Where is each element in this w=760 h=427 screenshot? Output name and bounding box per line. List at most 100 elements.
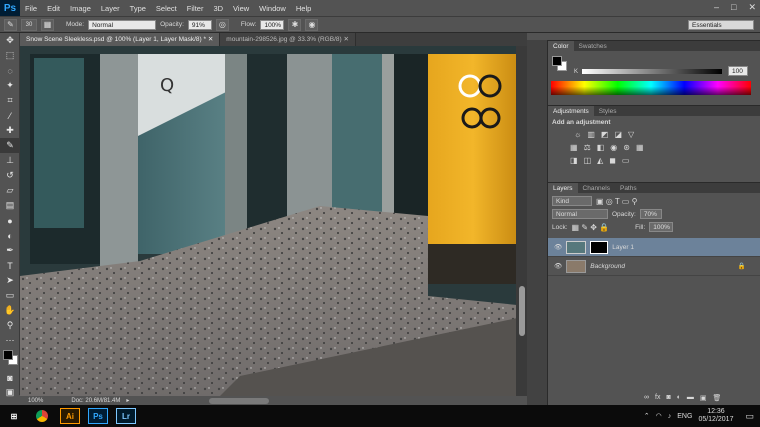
flow-input[interactable]: 100% <box>260 19 285 30</box>
posterize-icon[interactable]: ◫ <box>584 156 592 165</box>
fill-input[interactable]: 100% <box>649 222 674 232</box>
menu-file[interactable]: File <box>20 4 42 13</box>
tray-chevron-icon[interactable]: ⌃ <box>644 412 650 420</box>
tab-color[interactable]: Color <box>548 41 574 51</box>
curves-icon[interactable]: ◩ <box>601 130 609 139</box>
brightness-icon[interactable]: ☼ <box>574 130 581 139</box>
close-tab-icon[interactable]: ✕ <box>343 36 348 43</box>
quick-mask-icon[interactable]: ◙ <box>0 370 20 385</box>
pressure-opacity-icon[interactable]: ◎ <box>215 18 229 31</box>
pressure-size-icon[interactable]: ◉ <box>305 18 319 31</box>
shape-tool-icon[interactable]: ▭ <box>0 288 20 303</box>
lasso-tool-icon[interactable]: ◌ <box>0 63 20 78</box>
zoom-level[interactable]: 100% <box>28 398 43 404</box>
scroll-thumb[interactable] <box>518 286 525 336</box>
tab-paths[interactable]: Paths <box>615 183 642 193</box>
tab-layers[interactable]: Layers <box>548 183 578 193</box>
maximize-icon[interactable]: □ <box>731 2 736 13</box>
move-tool-icon[interactable]: ✥ <box>0 33 20 48</box>
layer-row-layer-1[interactable]: 👁 Layer 1 <box>548 238 760 257</box>
menu-select[interactable]: Select <box>151 4 182 13</box>
menu-window[interactable]: Window <box>254 4 291 13</box>
tab-adjustments[interactable]: Adjustments <box>548 106 594 116</box>
link-icon[interactable]: ∞ <box>644 394 649 402</box>
illustrator-icon[interactable]: Ai <box>60 408 80 424</box>
lookup-icon[interactable]: ▦ <box>636 143 644 152</box>
mode-select[interactable]: Normal <box>88 19 157 30</box>
gradient-map-icon[interactable]: ▭ <box>622 156 630 165</box>
blend-mode-select[interactable]: Normal <box>552 209 608 219</box>
stamp-tool-icon[interactable]: ⊥ <box>0 153 20 168</box>
layer-name[interactable]: Background <box>590 263 625 270</box>
chrome-icon[interactable] <box>32 408 52 424</box>
menu-type[interactable]: Type <box>125 4 151 13</box>
add-mask-icon[interactable]: ◙ <box>666 394 670 402</box>
photo-filter-icon[interactable]: ◉ <box>610 143 617 152</box>
workspace-select[interactable]: Essentials <box>688 19 754 30</box>
menu-edit[interactable]: Edit <box>42 4 65 13</box>
lightroom-icon[interactable]: Lr <box>116 408 136 424</box>
brush-tool-icon-active[interactable]: ✎ <box>0 138 20 153</box>
layer-filter-select[interactable]: Kind <box>552 196 592 206</box>
lock-icons[interactable]: ▦ ✎ ✥ 🔒 <box>572 223 610 232</box>
tab-styles[interactable]: Styles <box>594 106 622 116</box>
layer-opacity-input[interactable]: 70% <box>639 209 662 219</box>
k-value-input[interactable]: 100 <box>728 66 748 76</box>
opacity-input[interactable]: 91% <box>187 19 212 30</box>
photoshop-taskbar-icon[interactable]: Ps <box>88 408 108 424</box>
filter-icons[interactable]: ▣ ◎ T ▭ ⚲ <box>596 197 637 206</box>
type-tool-icon[interactable]: T <box>0 258 20 273</box>
screen-mode-icon[interactable]: ▣ <box>0 385 20 400</box>
marquee-tool-icon[interactable]: ⬚ <box>0 48 20 63</box>
menu-filter[interactable]: Filter <box>182 4 209 13</box>
new-group-icon[interactable]: ▬ <box>687 394 694 402</box>
bw-icon[interactable]: ◧ <box>597 143 605 152</box>
airbrush-icon[interactable]: ✱ <box>288 18 302 31</box>
invert-icon[interactable]: ◨ <box>570 156 578 165</box>
k-slider[interactable] <box>582 69 722 74</box>
hue-icon[interactable]: ▦ <box>570 143 578 152</box>
menu-image[interactable]: Image <box>65 4 96 13</box>
menu-layer[interactable]: Layer <box>96 4 125 13</box>
selective-color-icon[interactable]: ◼ <box>609 156 616 165</box>
close-icon[interactable]: ✕ <box>748 2 756 13</box>
path-select-tool-icon[interactable]: ➤ <box>0 273 20 288</box>
levels-icon[interactable]: ▥ <box>587 130 595 139</box>
tab-swatches[interactable]: Swatches <box>574 41 612 51</box>
quick-select-tool-icon[interactable]: ✦ <box>0 78 20 93</box>
layer-row-background[interactable]: 👁 Background 🔒 <box>548 257 760 276</box>
healing-tool-icon[interactable]: ✚ <box>0 123 20 138</box>
visibility-eye-icon[interactable]: 👁 <box>554 243 562 251</box>
trash-icon[interactable]: 🗑 <box>713 394 722 402</box>
balance-icon[interactable]: ⚖ <box>584 143 591 152</box>
menu-help[interactable]: Help <box>291 4 316 13</box>
pen-tool-icon[interactable]: ✒ <box>0 243 20 258</box>
volume-icon[interactable]: ♪ <box>668 413 672 420</box>
brush-size-picker[interactable]: 30 <box>21 18 37 31</box>
crop-tool-icon[interactable]: ⌗ <box>0 93 20 108</box>
language-indicator[interactable]: ENG <box>677 413 692 420</box>
eraser-tool-icon[interactable]: ▱ <box>0 183 20 198</box>
notifications-icon[interactable]: ▭ <box>745 411 754 422</box>
new-adjustment-icon[interactable]: ◐ <box>677 394 681 402</box>
tab-snow-scene[interactable]: Snow Scene Sleekless.psd @ 100% (Layer 1… <box>20 33 221 46</box>
ellipsis-icon[interactable]: ⋯ <box>0 333 20 348</box>
wifi-icon[interactable]: ◠ <box>656 412 662 420</box>
visibility-eye-icon[interactable]: 👁 <box>554 262 562 270</box>
eyedropper-tool-icon[interactable]: ⁄ <box>0 108 20 123</box>
color-swatches[interactable] <box>0 348 19 370</box>
gradient-tool-icon[interactable]: ▤ <box>0 198 20 213</box>
threshold-icon[interactable]: ◭ <box>597 156 603 165</box>
vertical-scrollbar[interactable] <box>516 46 527 396</box>
brush-panel-icon[interactable]: ▦ <box>41 18 54 31</box>
layer-name[interactable]: Layer 1 <box>612 244 634 251</box>
fx-icon[interactable]: fx <box>655 394 660 402</box>
status-menu-icon[interactable]: ▸ <box>126 397 129 404</box>
dodge-tool-icon[interactable]: ◐ <box>0 228 20 243</box>
doc-size[interactable]: Doc: 20.6M/81.4M <box>71 398 120 404</box>
zoom-tool-icon[interactable]: ⚲ <box>0 318 20 333</box>
new-layer-icon[interactable]: ▣ <box>700 394 707 402</box>
menu-view[interactable]: View <box>228 4 254 13</box>
horizontal-scroll-thumb[interactable] <box>209 397 270 404</box>
foreground-color[interactable] <box>3 350 13 360</box>
